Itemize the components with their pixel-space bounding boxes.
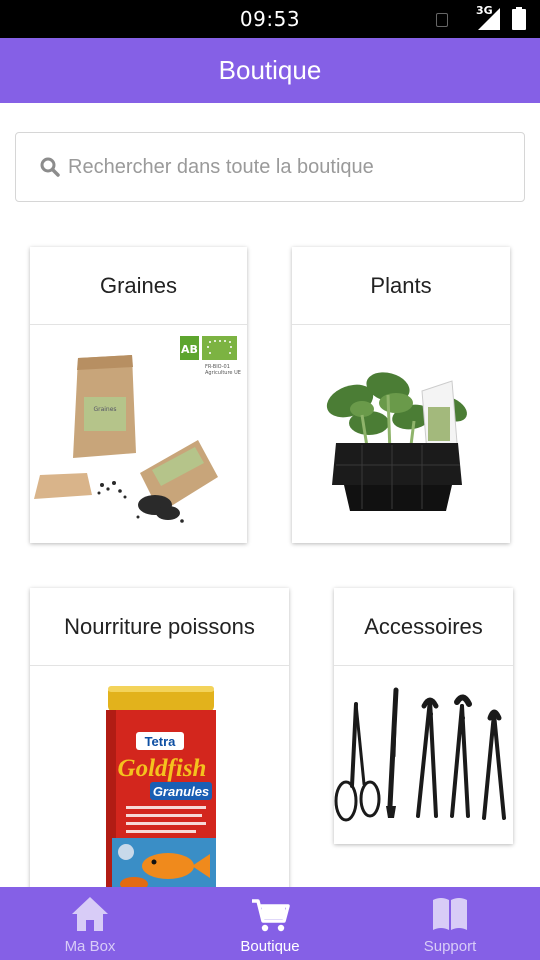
nav-item-ma-box[interactable]: Ma Box <box>0 887 180 960</box>
nav-label: Boutique <box>240 938 300 955</box>
search-input[interactable] <box>68 133 508 201</box>
gardening-tools-image <box>334 666 513 844</box>
nav-item-support[interactable]: Support <box>360 887 540 960</box>
nav-item-boutique[interactable]: Boutique <box>180 887 360 960</box>
category-title: Nourriture poissons <box>30 588 289 666</box>
fish-food-can-image: Tetra Goldfish Granules <box>30 666 289 898</box>
category-title: Accessoires <box>334 588 513 666</box>
category-card-nourriture-poissons[interactable]: Nourriture poissons Tetra Goldfish Granu… <box>30 588 289 898</box>
search-icon <box>40 157 60 177</box>
category-card-plants[interactable]: Plants <box>292 247 510 543</box>
status-time: 09:53 <box>239 7 301 31</box>
product-sub-text: Granules <box>153 784 209 799</box>
brand-text: Tetra <box>145 734 177 749</box>
battery-icon <box>512 7 526 30</box>
category-card-accessoires[interactable]: Accessoires <box>334 588 513 844</box>
page-title: Boutique <box>218 55 322 85</box>
status-bar: 09:53 3G <box>0 0 540 38</box>
category-title: Graines <box>30 247 247 325</box>
seed-packets-image: AB FR-BIO-01 Agriculture UE Graines <box>30 325 247 543</box>
category-card-graines[interactable]: Graines AB FR-BIO-01 Agriculture UE Grai… <box>30 247 247 543</box>
seedling-tray-image <box>292 325 510 543</box>
home-icon <box>72 897 108 931</box>
nav-label: Support <box>423 938 477 955</box>
category-title: Plants <box>292 247 510 325</box>
svg-text:AB: AB <box>181 343 198 356</box>
cart-icon <box>252 899 290 932</box>
svg-text:Agriculture UE: Agriculture UE <box>205 370 241 376</box>
book-icon <box>433 898 467 930</box>
app-bar: Boutique <box>0 38 540 103</box>
product-text: Goldfish <box>118 755 207 782</box>
bottom-navigation: Ma Box Boutique Support <box>0 887 540 960</box>
signal-icon <box>478 8 500 30</box>
search-bar[interactable] <box>15 132 525 202</box>
svg-text:Graines: Graines <box>93 406 116 413</box>
nav-label: Ma Box <box>64 938 116 955</box>
